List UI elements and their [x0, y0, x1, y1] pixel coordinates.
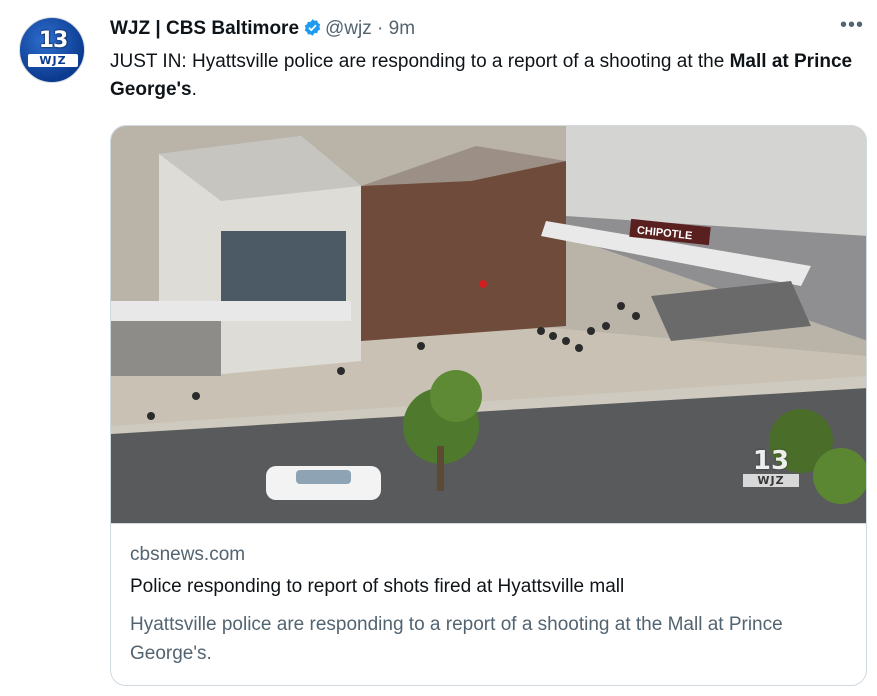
- watermark-callsign: WJZ: [743, 474, 799, 487]
- card-divider: [111, 523, 866, 524]
- card-domain: cbsnews.com: [130, 544, 246, 565]
- tweet-text: JUST IN: Hyattsville police are respondi…: [110, 48, 860, 104]
- display-name[interactable]: WJZ | CBS Baltimore: [110, 18, 299, 39]
- avatar-logo-number: 13: [38, 28, 69, 53]
- separator: ·: [377, 18, 384, 39]
- wjz-logo: 13 WJZ: [28, 30, 78, 67]
- tweet-text-suffix: .: [191, 79, 197, 100]
- timestamp[interactable]: 9m: [389, 18, 415, 39]
- avatar[interactable]: 13 WJZ: [19, 17, 85, 83]
- avatar-logo-callsign: WJZ: [28, 54, 78, 67]
- tweet-header: WJZ | CBS Baltimore @wjz · 9m: [110, 16, 415, 42]
- handle[interactable]: @wjz: [325, 18, 372, 39]
- card-description: Hyattsville police are responding to a r…: [130, 614, 783, 664]
- card-image[interactable]: CHIPOTLE 13 WJZ: [111, 126, 866, 523]
- tweet-text-prefix: JUST IN: Hyattsville police are respondi…: [110, 51, 730, 72]
- link-card[interactable]: CHIPOTLE 13 WJZ cbsnews.com Police respo…: [110, 125, 867, 686]
- verified-badge-icon: [303, 18, 322, 37]
- card-title[interactable]: Police responding to report of shots fir…: [130, 576, 624, 598]
- more-horizontal-icon[interactable]: •••: [840, 14, 864, 37]
- station-watermark: 13 WJZ: [743, 448, 799, 487]
- watermark-number: 13: [752, 446, 790, 476]
